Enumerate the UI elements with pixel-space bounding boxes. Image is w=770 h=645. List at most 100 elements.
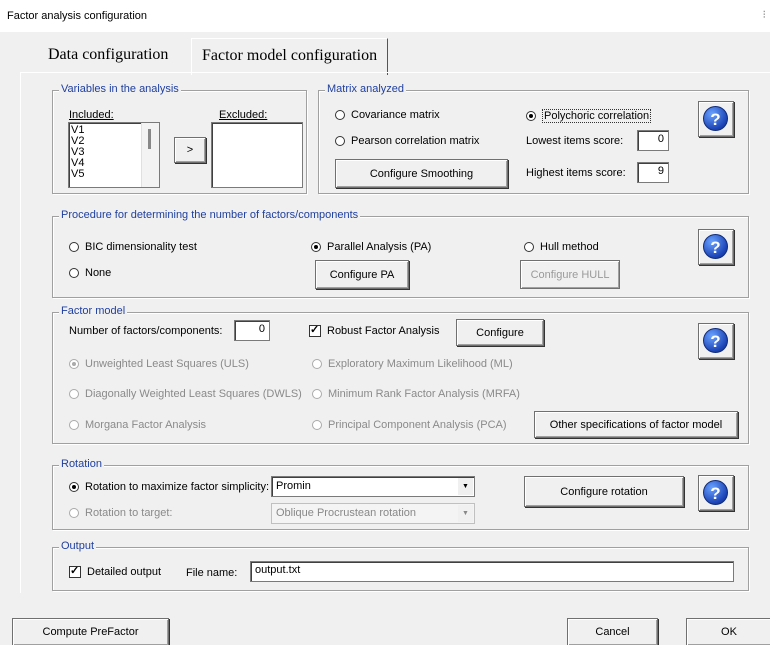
none-radio[interactable]: None [69,267,111,279]
radio-mark[interactable] [311,242,321,252]
file-name-field[interactable]: output.txt [250,561,734,582]
excluded-list[interactable] [211,122,303,188]
num-factors-field[interactable]: 0 [234,320,270,341]
matrix-group: Matrix analyzed Covariance matrix Pearso… [318,83,749,194]
radio-mark[interactable] [69,242,79,252]
help-icon: ? [703,480,728,505]
rotation-target-radio: Rotation to target: [69,507,172,519]
robust-label: Robust Factor Analysis [327,325,440,337]
polychoric-radio[interactable]: Polychoric correlation [526,109,652,123]
radio-mark[interactable] [69,482,79,492]
compute-prefactor-button[interactable]: Compute PreFactor [12,618,169,645]
rotation-help-button[interactable]: ? [698,475,734,511]
rotation-target-value: Oblique Procrustean rotation [276,507,417,519]
detailed-output-checkbox[interactable]: Detailed output [69,564,161,578]
bic-label: BIC dimensionality test [85,241,197,253]
matrix-help-button[interactable]: ? [698,101,734,137]
highest-score-label: Highest items score: [526,167,626,179]
procedure-group: Procedure for determining the number of … [52,209,749,298]
bottom-button-bar: Compute PreFactor Cancel OK [0,617,770,645]
lowest-score-field[interactable]: 0 [637,130,669,151]
hull-radio[interactable]: Hull method [524,241,599,253]
polychoric-label: Polychoric correlation [542,109,652,123]
tab-data-configuration[interactable]: Data configuration [38,38,178,72]
bic-radio[interactable]: BIC dimensionality test [69,241,197,253]
help-icon: ? [703,234,728,259]
configure-factor-model-button[interactable]: Configure [456,319,544,346]
mrfa-radio: Minimum Rank Factor Analysis (MRFA) [312,388,520,400]
dwls-radio: Diagonally Weighted Least Squares (DWLS) [69,388,302,400]
radio-mark [312,359,322,369]
robust-factor-analysis-checkbox[interactable]: Robust Factor Analysis [309,323,440,337]
rotation-method-select[interactable]: Promin ▼ [271,476,475,497]
scrollbar-thumb[interactable] [148,129,151,149]
hull-label: Hull method [540,241,599,253]
rotation-target-select: Oblique Procrustean rotation ▼ [271,503,475,524]
configure-rotation-button[interactable]: Configure rotation [524,476,684,507]
radio-mark [69,420,79,430]
morgana-radio: Morgana Factor Analysis [69,419,206,431]
configure-smoothing-button[interactable]: Configure Smoothing [335,159,508,188]
move-to-excluded-button[interactable]: > [174,137,206,163]
chevron-down-icon: ▼ [458,505,473,522]
included-list-scrollbar[interactable] [141,123,159,187]
title-bar-edge: ⁝ [762,9,767,21]
radio-mark[interactable] [526,111,536,121]
tab-factor-model-configuration[interactable]: Factor model configuration [191,38,389,75]
mrfa-label: Minimum Rank Factor Analysis (MRFA) [328,388,520,400]
configure-pa-button[interactable]: Configure PA [315,260,409,289]
radio-mark[interactable] [335,110,345,120]
rotation-maximize-label: Rotation to maximize factor simplicity: [85,481,269,493]
rotation-target-label: Rotation to target: [85,507,173,519]
included-list[interactable]: V1 V2 V3 V4 V5 [68,122,160,188]
ok-button[interactable]: OK [686,618,770,645]
variables-legend: Variables in the analysis [59,83,181,95]
none-label: None [85,267,112,279]
other-specifications-button[interactable]: Other specifications of factor model [534,411,738,438]
factor-model-group: Factor model Number of factors/component… [52,305,749,444]
rotation-method-value: Promin [276,480,311,492]
output-group: Output Detailed output File name: output… [52,540,749,591]
help-icon: ? [703,106,728,131]
radio-mark [312,420,322,430]
highest-score-field[interactable]: 9 [637,162,669,183]
pearson-radio[interactable]: Pearson correlation matrix [335,135,479,147]
factor-model-legend: Factor model [59,305,128,317]
rotation-maximize-radio[interactable]: Rotation to maximize factor simplicity: [69,481,269,493]
ml-label: Exploratory Maximum Likelihood (ML) [328,358,513,370]
detailed-output-label: Detailed output [87,566,161,578]
excluded-label: Excluded: [219,109,268,121]
pca-label: Principal Component Analysis (PCA) [328,419,507,431]
radio-mark[interactable] [524,242,534,252]
chevron-down-icon[interactable]: ▼ [458,478,473,495]
window-title: Factor analysis configuration [7,10,148,22]
cancel-button[interactable]: Cancel [567,618,658,645]
matrix-legend: Matrix analyzed [325,83,407,95]
output-legend: Output [59,540,97,552]
num-factors-label: Number of factors/components: [69,325,223,337]
checkbox-box[interactable] [309,323,321,337]
pca-radio: Principal Component Analysis (PCA) [312,419,507,431]
covariance-label: Covariance matrix [351,109,440,121]
procedure-help-button[interactable]: ? [698,229,734,265]
radio-mark[interactable] [69,268,79,278]
parallel-analysis-label: Parallel Analysis (PA) [327,241,432,253]
title-bar: Factor analysis configuration ⁝ [0,0,770,32]
lowest-score-label: Lowest items score: [526,135,624,147]
radio-mark [69,359,79,369]
pearson-label: Pearson correlation matrix [351,135,480,147]
factor-model-help-button[interactable]: ? [698,323,734,359]
help-icon: ? [703,328,728,353]
dwls-label: Diagonally Weighted Least Squares (DWLS) [85,388,302,400]
included-label: Included: [69,109,114,121]
checkbox-box[interactable] [69,564,81,578]
rotation-group: Rotation Rotation to maximize factor sim… [52,458,749,530]
procedure-legend: Procedure for determining the number of … [59,209,361,221]
parallel-analysis-radio[interactable]: Parallel Analysis (PA) [311,241,431,253]
radio-mark[interactable] [335,136,345,146]
tab-bar: Data configuration Factor model configur… [20,38,750,75]
radio-mark [312,389,322,399]
radio-mark [69,389,79,399]
covariance-radio[interactable]: Covariance matrix [335,109,440,121]
uls-label: Unweighted Least Squares (ULS) [85,358,249,370]
